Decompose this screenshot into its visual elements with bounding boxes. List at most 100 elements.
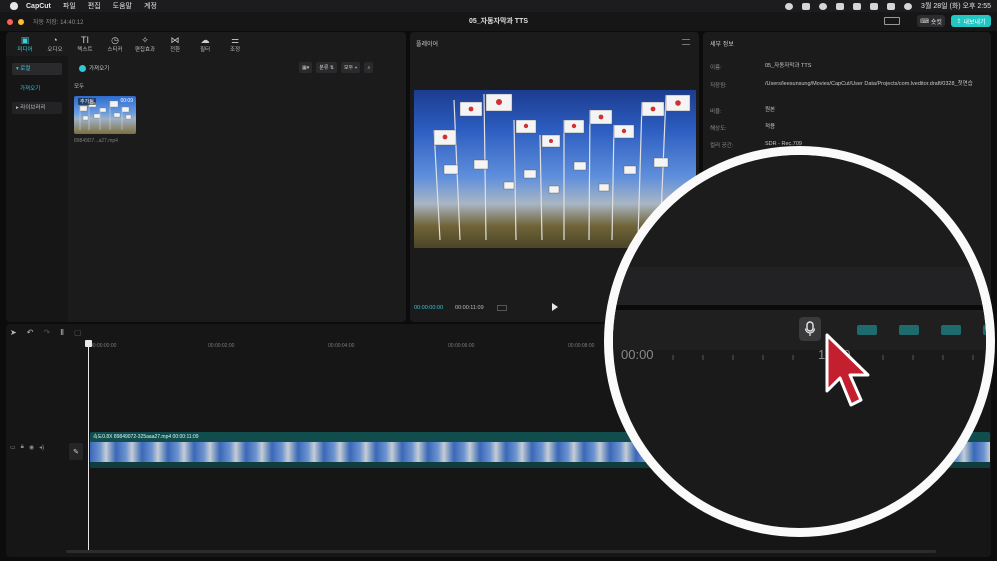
grid-icon: ▦▾ (302, 64, 310, 71)
player-title: 플레이어 (416, 42, 439, 48)
ruler-tick: 00:00:02:00 (208, 343, 235, 349)
sidebar-item-library[interactable]: ▸ 라이브러리 (12, 102, 62, 114)
menu-app[interactable]: CapCut (26, 3, 51, 10)
thumb-duration: 00:09 (120, 98, 133, 104)
menu-icon[interactable] (682, 39, 690, 45)
detail-value-resolution: 적용 (765, 124, 776, 130)
volume-icon[interactable] (853, 2, 862, 10)
search-icon[interactable] (904, 2, 913, 10)
import-label: 가져오기 (89, 66, 110, 72)
tool-label: 스티커 (107, 47, 123, 53)
window-titlebar: 자동 저장: 14:40:12 05_자동자막과 TTS ⌨ 숏컷 ⇪ 내보내기 (0, 12, 997, 31)
split-icon[interactable]: Ⅱ (60, 328, 64, 337)
shortcut-button[interactable]: ⌨ 숏컷 (917, 15, 945, 27)
apple-icon[interactable] (10, 2, 18, 10)
status-area: 3월 28일 (화) 오후 2:55 (785, 0, 991, 12)
detail-key-resolution: 해상도: (710, 126, 727, 132)
menu-account[interactable]: 계정 (144, 1, 157, 11)
sidebar-item-local[interactable]: ▾ 로컬 (12, 63, 62, 75)
clock-icon[interactable] (836, 2, 845, 10)
record-icon[interactable] (785, 2, 794, 10)
tool-label: 오디오 (47, 47, 63, 53)
undo-icon[interactable]: ↶ (27, 328, 34, 337)
sort-button[interactable]: 분류 ⇅ (316, 62, 338, 73)
sidebar-item-import[interactable]: 가져오기 (12, 83, 62, 95)
zoom-ruler (672, 355, 974, 360)
detail-value-path: /Users/leesunsung/Movies/CapCut/User Dat… (765, 81, 973, 87)
battery-icon[interactable] (870, 2, 879, 10)
mouse-cursor-icon (825, 333, 870, 407)
record-voiceover-button[interactable] (799, 317, 821, 341)
media-sidebar: ▾ 로컬 가져오기 ▸ 라이브러리 (6, 56, 68, 322)
search-button[interactable]: ⌕ (364, 62, 374, 73)
timeline-scrollbar[interactable] (66, 550, 936, 553)
tool-media[interactable]: ▣ 미디어 (10, 32, 40, 56)
tool-transition[interactable]: ⋈ 전환 (160, 32, 190, 56)
redo-icon[interactable]: ↷ (43, 328, 50, 337)
main-toolbar: ▣ 미디어 ◔ 오디오 TI 텍스트 ◷ 스티커 ✧ 편집효과 ⋈ 전환 ☁ 필터 ⚌ 조정 (6, 32, 406, 56)
ruler-tick: 00:00:08:00 (568, 343, 595, 349)
detail-value-ratio: 원본 (765, 107, 776, 113)
media-thumbnail[interactable]: 추가됨 00:09 (74, 96, 136, 134)
tool-sticker[interactable]: ◷ 스티커 (100, 32, 130, 56)
import-icon (79, 64, 86, 72)
filter-button[interactable]: 모두 ⩡ (341, 62, 361, 73)
edit-cover-button[interactable]: ✎ (69, 443, 83, 460)
status-app-icon[interactable] (802, 2, 811, 10)
detail-key-ratio: 비율: (710, 109, 722, 115)
current-timecode: 00:00:00:00 (414, 305, 444, 311)
track-toggle-icon[interactable]: ▭ (10, 444, 16, 451)
shortcut-label: 숏컷 (930, 19, 942, 26)
all-media-label: 모두 (74, 84, 85, 90)
layout-icon[interactable] (884, 17, 900, 25)
clip-label: 속도0.8X 89849072-325aaa27.mp4 00:00:11:09 (93, 434, 199, 440)
import-button[interactable]: 가져오기 (79, 64, 109, 72)
menu-edit[interactable]: 편집 (88, 1, 101, 11)
magnet-snap-icon[interactable] (899, 325, 919, 335)
messages-icon[interactable] (819, 2, 828, 10)
sort-label: 분류 (319, 65, 329, 71)
ruler-tick: 00:00:00:00 (90, 343, 117, 349)
microphone-icon (804, 321, 816, 336)
tool-effects[interactable]: ✧ 편집효과 (130, 32, 160, 56)
linkage-icon[interactable] (941, 325, 961, 335)
tool-audio[interactable]: ◔ 오디오 (40, 32, 70, 56)
ratio-icon[interactable] (497, 305, 507, 311)
menu-file[interactable]: 파일 (63, 1, 76, 11)
tool-adjust[interactable]: ⚌ 조정 (220, 32, 250, 56)
tool-label: 필터 (199, 47, 211, 53)
menubar-clock[interactable]: 3월 28일 (화) 오후 2:55 (921, 1, 991, 11)
tool-text[interactable]: TI 텍스트 (70, 32, 100, 56)
adjust-icon: ⚌ (230, 35, 240, 45)
menu-help[interactable]: 도움말 (113, 1, 132, 11)
funnel-icon: ⩡ (353, 64, 358, 71)
view-toggle-button[interactable]: ▦▾ (299, 62, 313, 73)
wifi-icon[interactable] (887, 2, 896, 10)
media-panel: ▣ 미디어 ◔ 오디오 TI 텍스트 ◷ 스티커 ✧ 편집효과 ⋈ 전환 ☁ 필터 ⚌ 조정 ▾… (6, 32, 406, 322)
sticker-icon: ◷ (111, 35, 119, 45)
keyboard-icon: ⌨ (920, 18, 929, 25)
added-badge: 추가됨 (78, 98, 96, 105)
audio-icon: ◔ (52, 35, 58, 45)
tool-filter[interactable]: ☁ 필터 (190, 32, 220, 56)
visibility-icon[interactable]: ◉ (29, 444, 34, 451)
project-title: 05_자동자막과 TTS (468, 18, 529, 25)
preview-axis-icon[interactable] (983, 325, 986, 335)
audio-mute-icon[interactable]: ◂) (39, 444, 44, 451)
playhead-handle[interactable] (85, 340, 92, 347)
tool-label: 전환 (169, 47, 181, 53)
total-timecode: 00:00:11:09 (455, 305, 484, 311)
thumb-filename: 89849D7...a27.mp4 (74, 138, 118, 144)
tool-label: 조정 (229, 47, 241, 53)
search-icon: ⌕ (367, 64, 371, 71)
lock-icon[interactable]: 🔒︎ (21, 444, 24, 451)
play-button[interactable] (552, 303, 558, 311)
effects-icon: ✧ (141, 35, 149, 45)
detail-value-name: 05_자동자막과 TTS (765, 63, 812, 69)
filter-icon: ☁ (200, 35, 210, 45)
export-button[interactable]: ⇪ 내보내기 (951, 15, 991, 27)
select-cursor-icon[interactable]: ➤ (10, 328, 17, 337)
detail-key-path: 저장됨: (710, 83, 727, 89)
playhead[interactable] (88, 342, 89, 550)
delete-icon[interactable]: ▢ (74, 328, 82, 337)
